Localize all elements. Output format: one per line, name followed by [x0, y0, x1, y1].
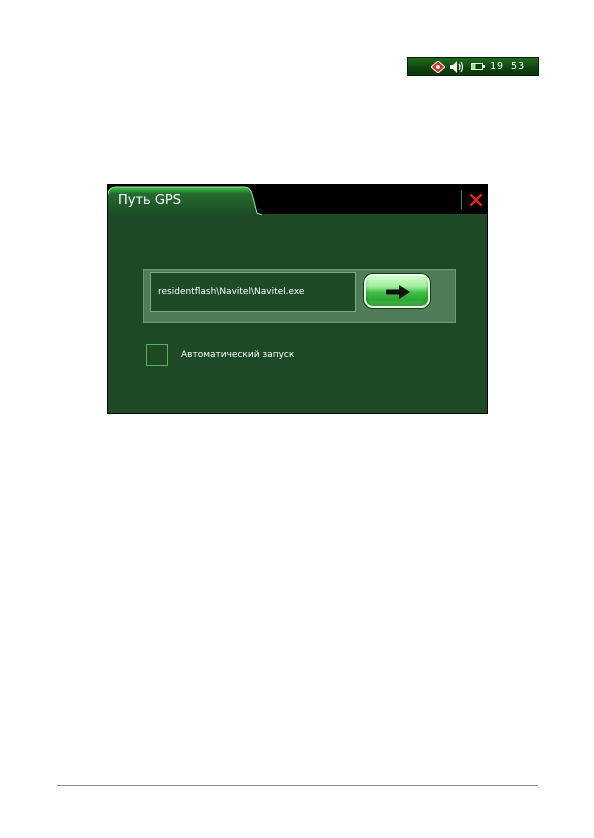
- footer-divider: [57, 785, 538, 786]
- close-icon[interactable]: [466, 190, 486, 210]
- gps-status-icon: [431, 61, 445, 73]
- clock-time: 19 53: [490, 61, 526, 72]
- battery-icon: [471, 63, 485, 70]
- autostart-checkbox[interactable]: [146, 344, 168, 366]
- gps-path-dialog: Путь GPS residentflash\Navitel\Navitel.e…: [107, 184, 488, 414]
- close-divider: [461, 191, 462, 209]
- gps-path-field[interactable]: residentflash\Navitel\Navitel.exe: [150, 272, 356, 312]
- autostart-label: Автоматический запуск: [181, 350, 295, 360]
- volume-icon: [450, 61, 464, 73]
- browse-path-button[interactable]: [364, 274, 430, 308]
- path-panel: residentflash\Navitel\Navitel.exe: [143, 269, 456, 323]
- arrow-right-icon: [386, 285, 410, 299]
- status-bar: 19 53: [407, 57, 539, 76]
- dialog-title: Путь GPS: [118, 193, 182, 208]
